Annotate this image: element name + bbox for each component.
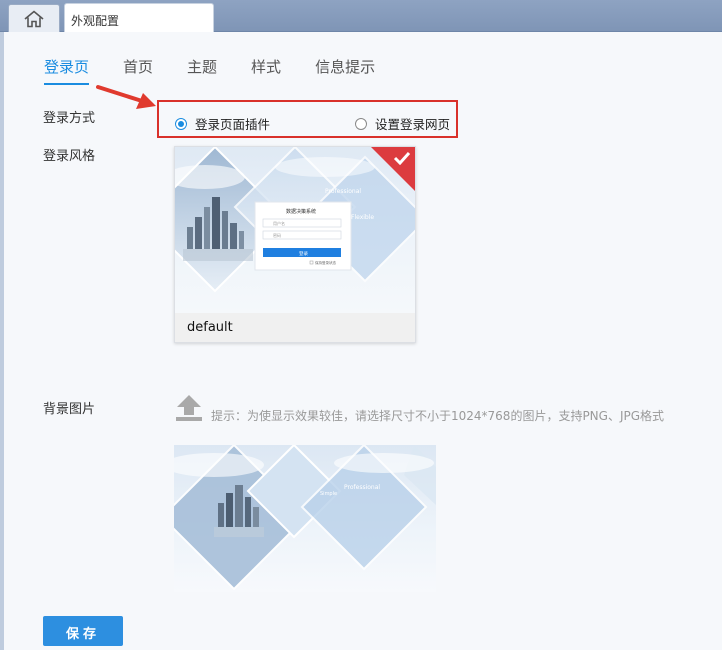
background-preview-art: Professional Simple <box>174 445 436 591</box>
thumb-system-name: 数据决策系统 <box>286 208 316 215</box>
radio-login-webpage-label: 设置登录网页 <box>375 117 451 132</box>
radio-unselected-icon <box>355 117 367 130</box>
radio-selected-icon <box>175 117 187 130</box>
radio-login-plugin[interactable]: 登录页面插件 <box>175 114 270 133</box>
tab-info-prompt[interactable]: 信息提示 <box>315 56 375 85</box>
thumb-watermark-2: Flexible <box>351 214 374 221</box>
thumb-remember: 保持登录状态 <box>315 260 336 265</box>
tab-style[interactable]: 样式 <box>251 56 281 85</box>
bg-watermark-2: Simple <box>320 491 337 497</box>
style-thumbnail: Professional Flexible 数据决策系统 用户名 密码 登录 保… <box>175 147 415 313</box>
bg-watermark-1: Professional <box>344 484 380 491</box>
upload-icon[interactable] <box>174 393 204 423</box>
window-tab-bar: 外观配置 <box>0 0 722 33</box>
radio-login-plugin-label: 登录页面插件 <box>195 117 271 132</box>
sub-tabs: 登录页 首页 主题 样式 信息提示 <box>44 56 409 85</box>
annotation-arrow <box>96 85 156 109</box>
style-card-name: default <box>175 313 415 342</box>
thumb-username: 用户名 <box>273 220 285 226</box>
tab-home[interactable]: 首页 <box>123 56 153 85</box>
upload-tip: 提示：为使显示效果较佳，请选择尺寸不小于1024*768的图片，支持PNG、JP… <box>211 409 665 423</box>
background-preview-image: Professional Simple <box>174 445 436 592</box>
login-mode-highlight-box: 登录页面插件 设置登录网页 <box>157 100 458 138</box>
home-button[interactable] <box>8 4 60 32</box>
login-style-label: 登录风格 <box>43 149 96 164</box>
style-card-default[interactable]: Professional Flexible 数据决策系统 用户名 密码 登录 保… <box>174 146 416 343</box>
radio-login-webpage[interactable]: 设置登录网页 <box>355 114 450 133</box>
checkmark-icon <box>393 151 411 165</box>
home-icon <box>24 9 44 27</box>
tab-appearance-config[interactable]: 外观配置 <box>64 3 214 33</box>
thumb-watermark-1: Professional <box>325 188 361 195</box>
thumb-login-button: 登录 <box>299 250 308 257</box>
background-image-label: 背景图片 <box>43 402 96 417</box>
tab-login-page[interactable]: 登录页 <box>44 56 90 85</box>
login-mode-label: 登录方式 <box>43 111 96 126</box>
thumb-password: 密码 <box>273 232 281 238</box>
left-edge <box>0 32 4 650</box>
save-button[interactable]: 保存 <box>43 616 123 646</box>
tab-theme[interactable]: 主题 <box>187 56 217 85</box>
